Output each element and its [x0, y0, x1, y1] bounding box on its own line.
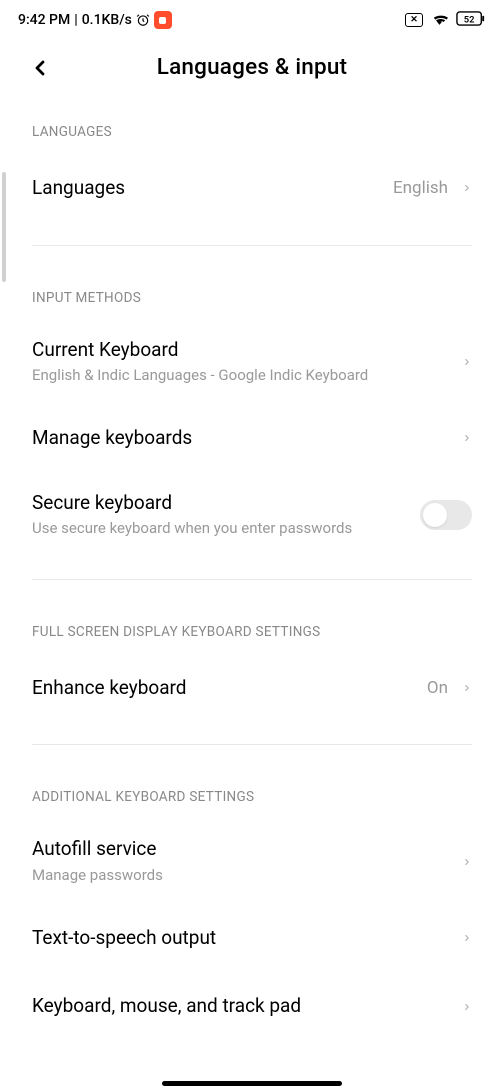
- svg-text:52: 52: [464, 14, 475, 25]
- enhance-keyboard-item[interactable]: Enhance keyboard On: [32, 654, 472, 723]
- keyboard-mouse-trackpad-item[interactable]: Keyboard, mouse, and track pad: [32, 972, 472, 1041]
- back-button[interactable]: [26, 54, 54, 82]
- home-indicator[interactable]: [162, 1081, 342, 1086]
- item-subtitle: English & Indic Languages - Google Indic…: [32, 366, 462, 386]
- page-header: Languages & input: [0, 36, 504, 110]
- status-bar: 9:42 PM | 0.1KB/s ✕ 52: [0, 0, 504, 36]
- section-header-languages: LANGUAGES: [32, 110, 472, 154]
- item-title: Manage keyboards: [32, 426, 462, 451]
- item-title: Text-to-speech output: [32, 926, 462, 951]
- item-title: Enhance keyboard: [32, 676, 427, 701]
- divider: [32, 245, 472, 246]
- chevron-right-icon: [462, 930, 472, 946]
- chevron-right-icon: [462, 999, 472, 1015]
- item-subtitle: Manage passwords: [32, 866, 462, 886]
- status-time: 9:42 PM: [18, 12, 70, 28]
- status-separator: |: [74, 12, 77, 28]
- item-subtitle: Use secure keyboard when you enter passw…: [32, 519, 420, 539]
- chevron-right-icon: [462, 854, 472, 870]
- text-to-speech-item[interactable]: Text-to-speech output: [32, 904, 472, 973]
- mobile-data-off-icon: ✕: [405, 13, 423, 27]
- chevron-right-icon: [462, 180, 472, 196]
- alarm-icon: [136, 13, 150, 27]
- current-keyboard-item[interactable]: Current Keyboard English & Indic Languag…: [32, 320, 472, 404]
- divider: [32, 744, 472, 745]
- secure-keyboard-item[interactable]: Secure keyboard Use secure keyboard when…: [32, 473, 472, 557]
- chevron-right-icon: [462, 354, 472, 370]
- item-title: Languages: [32, 176, 393, 201]
- status-bar-left: 9:42 PM | 0.1KB/s: [18, 11, 172, 29]
- section-header-fullscreen: FULL SCREEN DISPLAY KEYBOARD SETTINGS: [32, 610, 472, 654]
- autofill-service-item[interactable]: Autofill service Manage passwords: [32, 819, 472, 903]
- scroll-indicator: [2, 172, 6, 282]
- item-title: Autofill service: [32, 837, 462, 862]
- section-header-additional: ADDITIONAL KEYBOARD SETTINGS: [32, 775, 472, 819]
- content-area: LANGUAGES Languages English INPUT METHOD…: [0, 110, 504, 1041]
- secure-keyboard-toggle[interactable]: [420, 500, 472, 530]
- languages-item[interactable]: Languages English: [32, 154, 472, 223]
- item-title: Current Keyboard: [32, 338, 462, 363]
- battery-icon: 52: [456, 11, 486, 30]
- status-data-rate: 0.1KB/s: [82, 12, 132, 28]
- chevron-right-icon: [462, 680, 472, 696]
- page-title: Languages & input: [20, 54, 484, 80]
- status-bar-right: ✕ 52: [405, 10, 486, 31]
- screen-record-icon: [154, 11, 172, 29]
- item-title: Keyboard, mouse, and track pad: [32, 994, 462, 1019]
- wifi-icon: [431, 10, 448, 31]
- item-value: On: [427, 678, 448, 698]
- section-header-input-methods: INPUT METHODS: [32, 276, 472, 320]
- manage-keyboards-item[interactable]: Manage keyboards: [32, 404, 472, 473]
- divider: [32, 579, 472, 580]
- chevron-right-icon: [462, 430, 472, 446]
- chevron-left-icon: [28, 56, 52, 80]
- item-value: English: [393, 178, 448, 198]
- item-title: Secure keyboard: [32, 491, 420, 516]
